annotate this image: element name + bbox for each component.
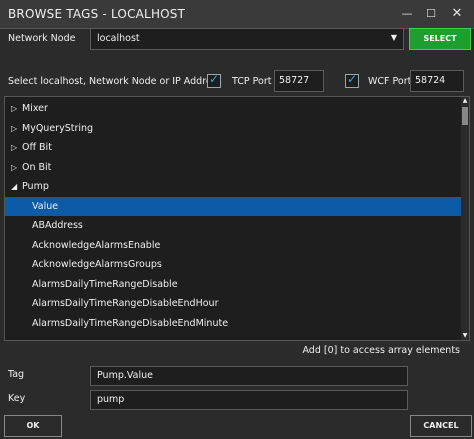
instruction-text: Select localhost, Network Node or IP Add… — [8, 76, 222, 87]
wcf-port-value: 58724 — [415, 75, 446, 86]
select-button[interactable]: SELECT — [409, 28, 471, 50]
tree-item-label: MyQueryString — [22, 122, 94, 134]
collapsed-arrow-icon[interactable]: ▷ — [11, 138, 17, 157]
scrollbar-thumb[interactable] — [462, 107, 468, 125]
scrollbar[interactable]: ▲ ▼ — [461, 97, 469, 340]
tree-item[interactable]: ▷ On Bit — [5, 158, 461, 177]
collapsed-arrow-icon[interactable]: ▷ — [11, 99, 17, 118]
check-icon: ✓ — [209, 72, 220, 86]
chevron-down-icon[interactable]: ▼ — [391, 33, 397, 42]
network-node-combobox[interactable]: localhost ▼ — [90, 28, 404, 50]
tree-item-label: AlarmsDailyTimeRangeDisableEndHour — [32, 298, 219, 309]
check-icon: ✓ — [347, 72, 358, 86]
tree-item[interactable]: AlarmsDailyTimeRangeDisableEndMinute — [5, 314, 461, 333]
expanded-arrow-icon[interactable]: ◢ — [11, 177, 17, 196]
tree-item-label: AcknowledgeAlarmsGroups — [32, 259, 162, 270]
tag-input[interactable]: Pump.Value — [90, 366, 408, 386]
ok-button[interactable]: OK — [4, 415, 62, 437]
tree-item[interactable]: Value — [5, 196, 461, 216]
network-node-label: Network Node — [8, 33, 76, 44]
tree-item-label: Off Bit — [22, 142, 52, 153]
maximize-icon[interactable]: ☐ — [420, 4, 442, 24]
tag-tree[interactable]: AlarmsDailyTimeRangeDisableEndMinute Alar… — [4, 96, 470, 341]
tree-item[interactable]: AlarmsDailyTimeRangeDisable — [5, 275, 461, 294]
tree-item[interactable]: ABAddress — [5, 216, 461, 235]
network-node-value: localhost — [97, 33, 140, 44]
tree-item-label: AcknowledgeAlarmsEnable — [32, 239, 161, 251]
tree-item[interactable]: AcknowledgeAlarmsGroups — [5, 255, 461, 274]
tree-item[interactable]: ▷ Mixer — [5, 99, 461, 118]
window-title: BROWSE TAGS - LOCALHOST — [8, 7, 186, 21]
collapsed-arrow-icon[interactable]: ▷ — [11, 119, 17, 138]
close-icon[interactable]: ✕ — [446, 4, 468, 24]
tree-item[interactable]: AcknowledgeAlarmsEnable — [5, 236, 461, 255]
key-value: pump — [97, 394, 125, 405]
tag-value: Pump.Value — [97, 370, 153, 381]
tree-item-label: ABAddress — [32, 220, 83, 231]
key-input[interactable]: pump — [90, 390, 408, 410]
title-bar: BROWSE TAGS - LOCALHOST — ☐ ✕ — [0, 0, 474, 29]
minimize-icon[interactable]: — — [396, 4, 418, 24]
tree-item[interactable]: ▷ MyQueryString — [5, 119, 461, 138]
wcf-port-label: WCF Port — [368, 76, 412, 87]
tree-item-label: AlarmsDailyTimeRangeDisable — [32, 278, 178, 290]
cancel-button[interactable]: CANCEL — [410, 415, 472, 437]
tree-item-label: AlarmsDailyTimeRangeDisableEndMinute — [32, 317, 229, 329]
tree-item[interactable]: ▷ Off Bit — [5, 138, 461, 157]
tree-item[interactable]: AlarmsDailyTimeRangeDisableEndHour — [5, 294, 461, 313]
tree-item-label: Mixer — [22, 103, 48, 114]
array-hint: Add [0] to access array elements — [302, 345, 460, 356]
wcf-port-checkbox[interactable]: ✓ — [345, 72, 359, 88]
tcp-port-input[interactable]: 58727 — [274, 70, 324, 92]
tree-item-label: Pump — [22, 181, 49, 192]
tree-item[interactable]: ◢ Pump — [5, 177, 461, 196]
collapsed-arrow-icon[interactable]: ▷ — [11, 158, 17, 177]
key-label: Key — [8, 393, 26, 404]
tree-item-label: Value — [32, 200, 59, 212]
wcf-port-input[interactable]: 58724 — [410, 70, 464, 92]
scroll-up-icon[interactable]: ▲ — [461, 97, 469, 105]
tag-label: Tag — [8, 369, 25, 380]
tree-item-label: On Bit — [22, 161, 52, 173]
tcp-port-label: TCP Port — [232, 76, 272, 87]
tcp-port-checkbox[interactable]: ✓ — [207, 72, 221, 88]
scroll-down-icon[interactable]: ▼ — [461, 332, 469, 340]
tcp-port-value: 58727 — [279, 75, 310, 86]
